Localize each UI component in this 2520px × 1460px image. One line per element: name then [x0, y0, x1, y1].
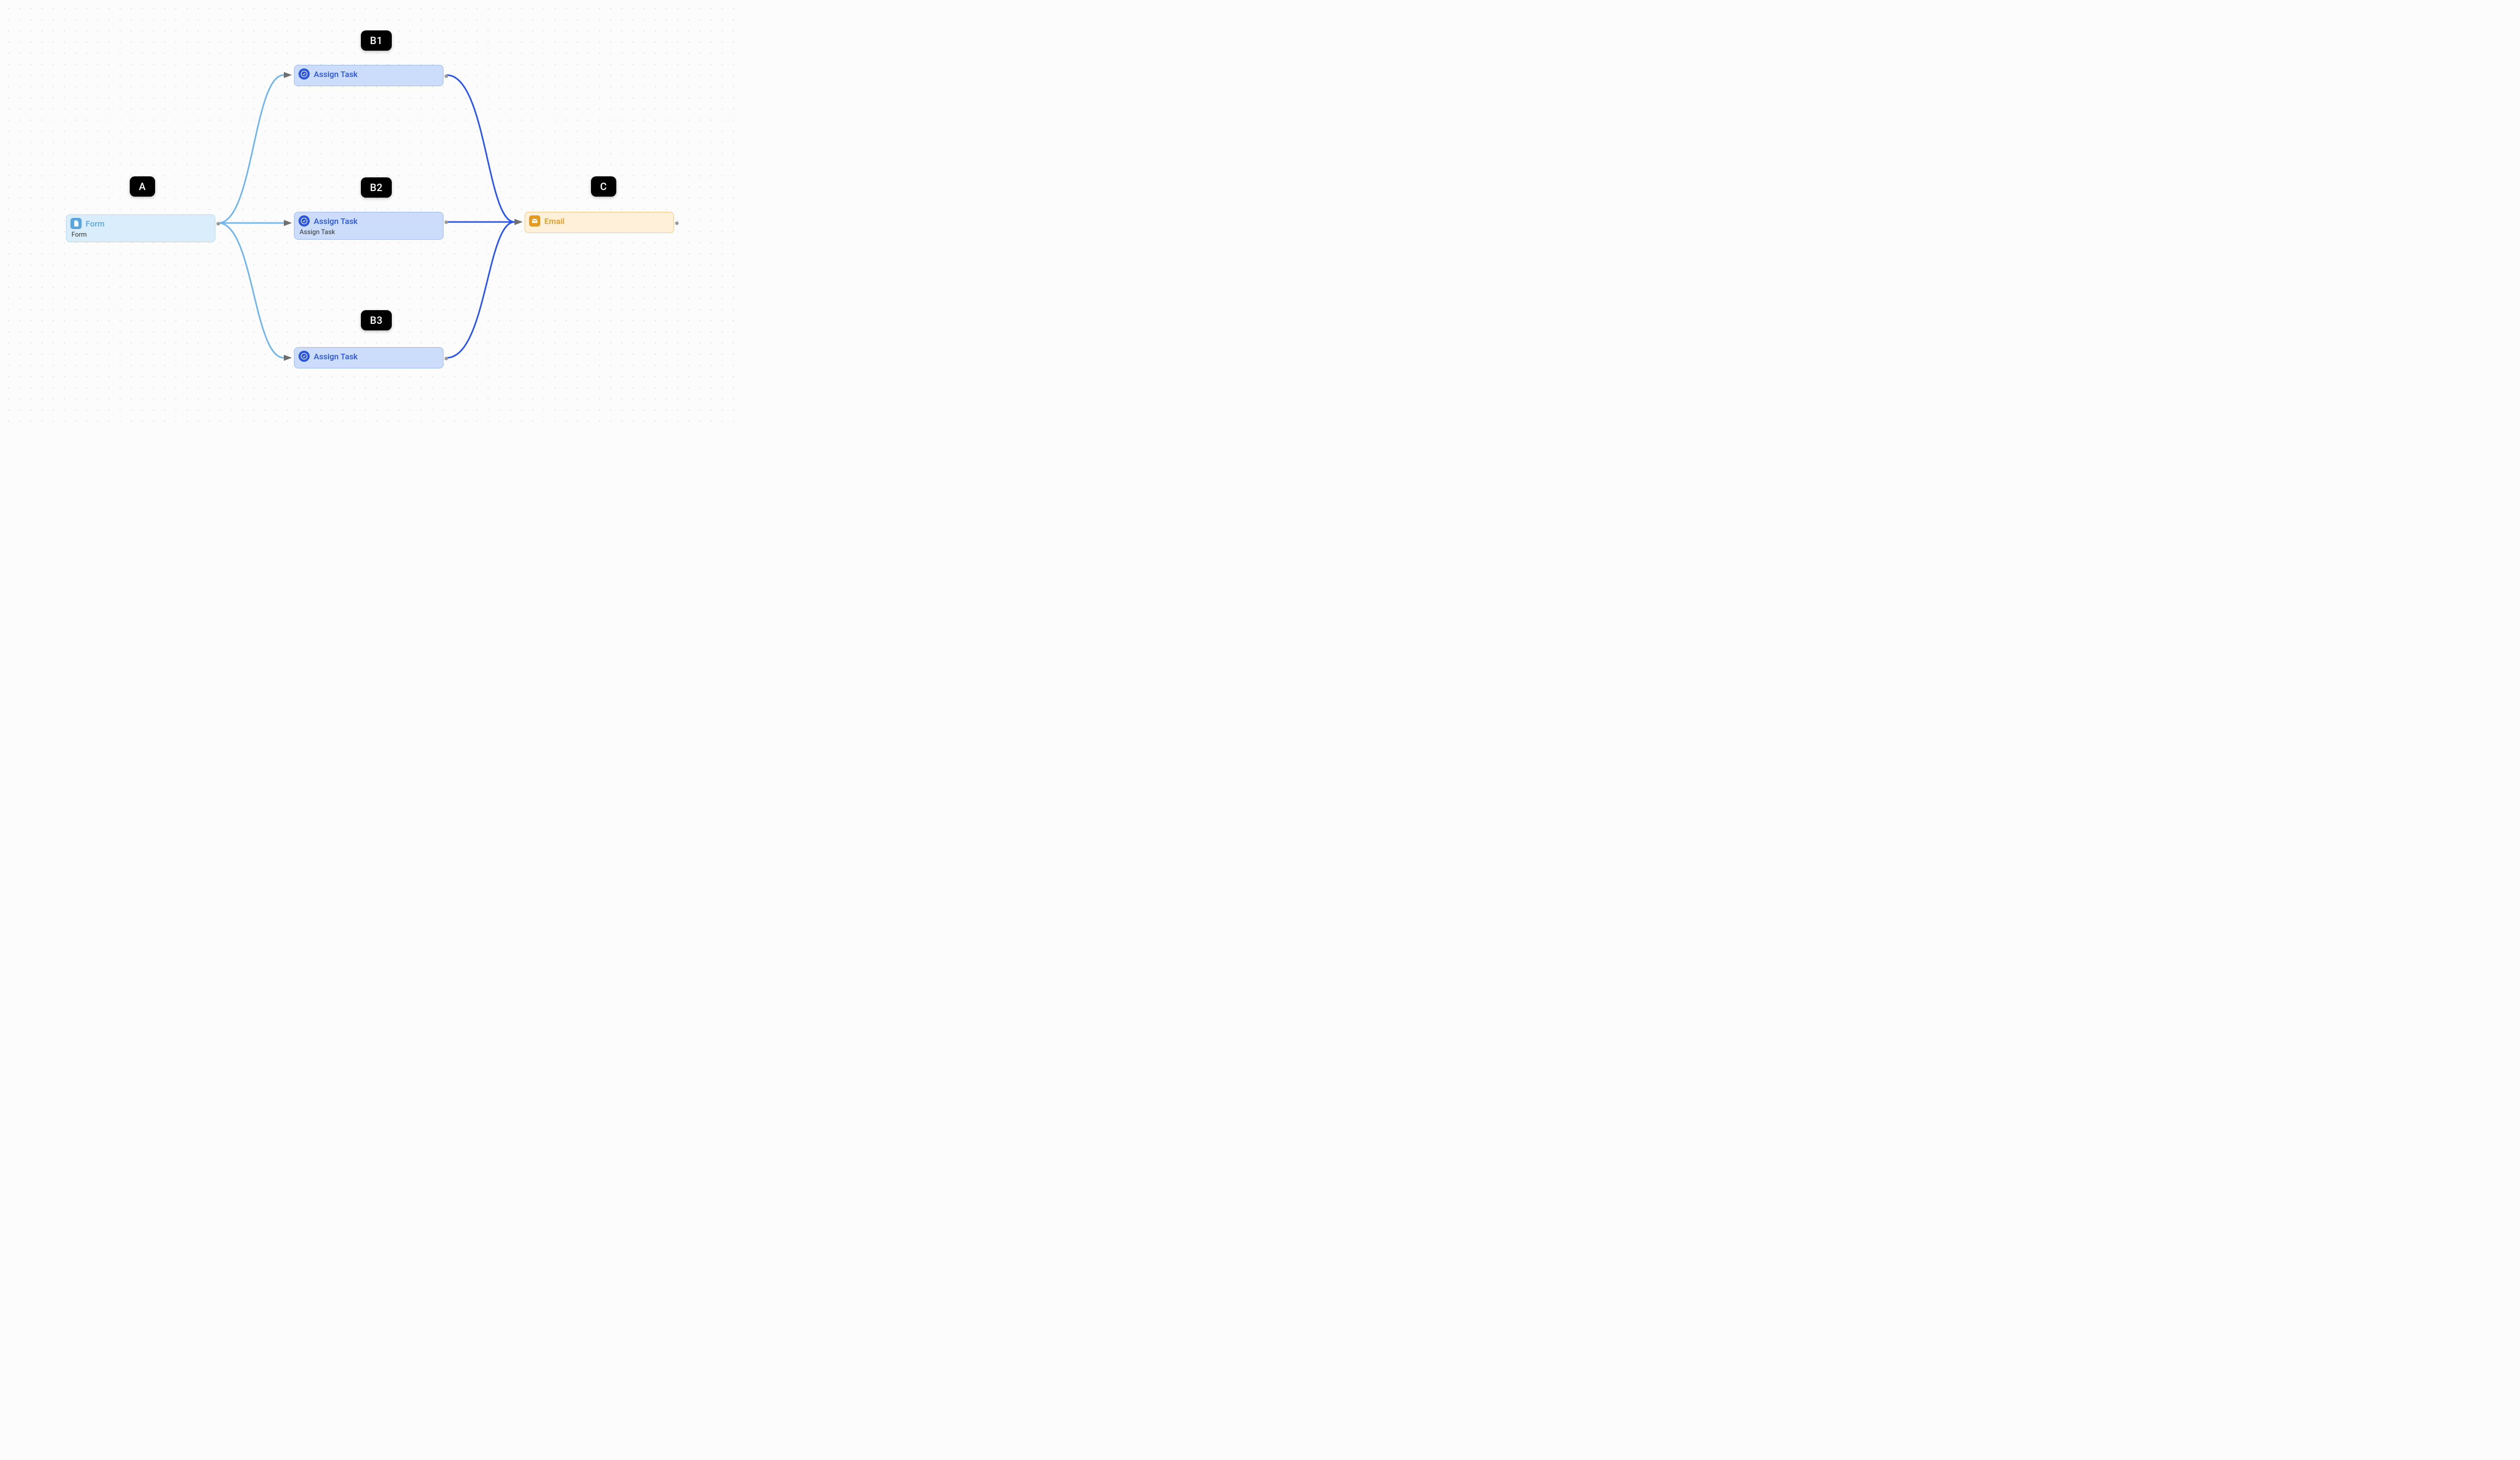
node-form[interactable]: Form Form	[66, 214, 215, 242]
edge-b1-c	[447, 75, 514, 222]
arrow-a-b2	[284, 220, 292, 226]
workflow-canvas[interactable]: A B1 B2 B3 C Form Form Assign Task Assi	[0, 0, 742, 430]
node-form-out-port[interactable]	[216, 222, 220, 226]
arrow-b1-c	[514, 219, 523, 225]
edge-a-b3	[218, 223, 284, 358]
arrow-b3-c	[514, 219, 523, 225]
arrow-a-b1	[284, 72, 292, 78]
task-check-icon	[299, 351, 310, 362]
label-b3: B3	[361, 310, 392, 330]
node-task-b2-subtitle: Assign Task	[299, 229, 439, 236]
node-task-b1-title: Assign Task	[314, 69, 358, 79]
node-task-b3-out-port[interactable]	[444, 357, 448, 360]
label-a: A	[130, 176, 155, 197]
edge-b3-c	[447, 222, 514, 358]
node-email-title: Email	[544, 216, 565, 226]
task-check-icon	[299, 68, 310, 80]
node-task-b2-title: Assign Task	[314, 216, 358, 226]
document-icon	[70, 218, 82, 229]
task-check-icon	[299, 215, 310, 227]
arrow-a-b3	[284, 355, 292, 361]
label-c: C	[591, 176, 616, 197]
mail-icon	[529, 215, 540, 227]
node-task-b3[interactable]: Assign Task	[294, 347, 443, 368]
node-task-b2-out-port[interactable]	[444, 220, 448, 224]
node-email[interactable]: Email	[525, 212, 674, 233]
node-form-title: Form	[86, 219, 104, 229]
node-task-b1[interactable]: Assign Task	[294, 65, 443, 86]
arrow-b2-c	[514, 219, 523, 225]
node-task-b1-out-port[interactable]	[444, 74, 448, 78]
edge-a-b1	[218, 75, 284, 223]
node-task-b3-title: Assign Task	[314, 352, 358, 361]
node-form-subtitle: Form	[70, 231, 211, 239]
label-b2: B2	[361, 177, 392, 198]
node-task-b2[interactable]: Assign Task Assign Task	[294, 212, 443, 240]
node-email-out-port[interactable]	[675, 221, 679, 225]
label-b1: B1	[361, 30, 392, 51]
